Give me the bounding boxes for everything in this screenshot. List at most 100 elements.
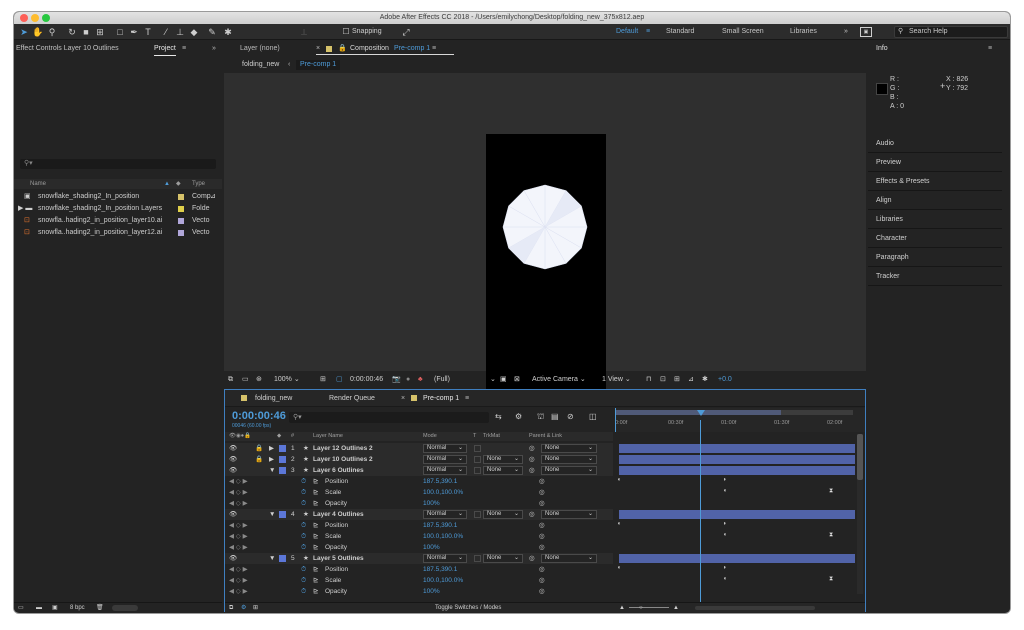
pick-whip-icon[interactable]: ◎: [539, 586, 545, 597]
blend-mode-select[interactable]: Normal ⌄: [423, 444, 467, 453]
expand-switches-icon[interactable]: ⧉: [229, 603, 233, 613]
snapshot-icon[interactable]: 📷: [392, 373, 401, 387]
parent-select[interactable]: None ⌄: [541, 466, 597, 475]
trash-icon[interactable]: 🗑: [96, 603, 104, 613]
magnification-select[interactable]: 100% ⌄: [274, 373, 300, 387]
column-name[interactable]: Name: [30, 179, 46, 189]
pick-whip-icon[interactable]: ◎: [539, 542, 545, 553]
visibility-eye-icon[interactable]: 👁: [229, 509, 237, 520]
always-preview-icon[interactable]: ⧉: [228, 373, 233, 387]
current-time-indicator[interactable]: [700, 420, 701, 612]
sync-settings-icon[interactable]: ▣: [860, 27, 872, 37]
keyframe-navigator-icon[interactable]: ◀ ◇ ▶: [229, 531, 248, 542]
pick-whip-icon[interactable]: ◎: [529, 465, 535, 476]
graph-toggle-icon[interactable]: ⊵: [313, 531, 318, 542]
keyframe-icon[interactable]: ⧗: [829, 576, 833, 583]
pick-whip-icon[interactable]: ◎: [539, 498, 545, 509]
comp-viewer[interactable]: [224, 73, 866, 396]
playhead-icon[interactable]: [697, 410, 705, 416]
pixel-aspect-icon[interactable]: ⊓: [646, 373, 651, 387]
keyframe-navigator-icon[interactable]: ◀ ◇ ▶: [229, 520, 248, 531]
panel-tracker[interactable]: Tracker: [868, 268, 1002, 286]
stopwatch-icon[interactable]: ⏱: [301, 476, 306, 487]
keyframe-icon[interactable]: ◖: [723, 576, 727, 582]
graph-toggle-icon[interactable]: ⊵: [313, 520, 318, 531]
minimize-window-button[interactable]: [31, 14, 39, 22]
project-menu-icon[interactable]: ≡: [182, 41, 186, 57]
sort-arrow-icon[interactable]: ▲: [164, 179, 170, 189]
layer-name[interactable]: Layer 12 Outlines 2: [313, 443, 373, 454]
lock-icon[interactable]: 🔒: [255, 443, 263, 454]
panel-align[interactable]: Align: [868, 192, 1002, 210]
pick-whip-icon[interactable]: ◎: [539, 564, 545, 575]
panel-character[interactable]: Character: [868, 230, 1002, 248]
work-area-bar[interactable]: [615, 410, 853, 415]
keyframe-icon[interactable]: ◗: [723, 565, 727, 571]
pick-whip-icon[interactable]: ◎: [539, 487, 545, 498]
graph-toggle-icon[interactable]: ⊵: [313, 476, 318, 487]
stopwatch-icon[interactable]: ⏱: [301, 520, 306, 531]
layer-row[interactable]: 👁 🔒 ▶ 2 ★ Layer 10 Outlines 2 Normal ⌄ None ⌄ ◎ Non…: [225, 454, 613, 465]
preserve-transparency-checkbox[interactable]: [474, 445, 481, 452]
stopwatch-icon[interactable]: ⏱: [301, 564, 306, 575]
workspace-default[interactable]: Default: [616, 24, 638, 40]
track-matte-select[interactable]: None ⌄: [483, 466, 523, 475]
property-value[interactable]: 100.0,100.0%: [423, 531, 463, 542]
label-color-swatch[interactable]: [178, 206, 184, 212]
close-window-button[interactable]: [20, 14, 28, 22]
keyframe-navigator-icon[interactable]: ◀ ◇ ▶: [229, 476, 248, 487]
property-row[interactable]: ◀ ◇ ▶ ⏱ ⊵ Scale 100.0,100.0% ◎: [225, 487, 613, 498]
resolution-select[interactable]: (Full): [434, 373, 450, 387]
property-value[interactable]: 187.5,390.1: [423, 520, 457, 531]
stopwatch-icon[interactable]: ⏱: [301, 487, 306, 498]
bit-depth-label[interactable]: 8 bpc: [70, 603, 85, 613]
timeline-current-time[interactable]: 0:00:00:46: [232, 410, 286, 422]
label-color-swatch[interactable]: [178, 218, 184, 224]
parent-select[interactable]: None ⌄: [541, 455, 597, 464]
brush-tool-icon[interactable]: ⁄: [160, 26, 172, 38]
blend-mode-select[interactable]: Normal ⌄: [423, 455, 467, 464]
pen-tool-icon[interactable]: ✒: [128, 26, 140, 38]
label-color-swatch[interactable]: [178, 194, 184, 200]
keyframe-navigator-icon[interactable]: ◀ ◇ ▶: [229, 542, 248, 553]
workspace-more-button[interactable]: »: [844, 24, 848, 40]
current-time-display[interactable]: 0:00:00:46: [350, 373, 383, 387]
pick-whip-icon[interactable]: ◎: [529, 443, 535, 454]
clone-stamp-tool-icon[interactable]: ⊥: [174, 26, 186, 38]
draft-3d-icon[interactable]: ⊡: [660, 373, 666, 387]
workspace-libraries[interactable]: Libraries: [790, 24, 817, 40]
graph-toggle-icon[interactable]: ⊵: [313, 542, 318, 553]
layer-label-color[interactable]: [279, 445, 286, 452]
layer-row[interactable]: 👁 ▼ 3 ★ Layer 6 Outlines Normal ⌄ None ⌄ ◎ None ⌄: [225, 465, 613, 476]
crumb-root[interactable]: folding_new: [242, 59, 279, 71]
timeline-graph[interactable]: 0:00f 00:30f 01:00f 01:30f 02:00f ◖ ◗ ◖ ⧗ ◖ ◗ ◖ ⧗ ◖ ◗…: [615, 408, 865, 612]
lock-icon[interactable]: 🔒: [255, 454, 263, 465]
fast-previews-icon[interactable]: ▣: [500, 373, 507, 387]
property-value[interactable]: 100.0,100.0%: [423, 575, 463, 586]
interpret-footage-icon[interactable]: ▭: [18, 603, 24, 613]
zoom-out-icon[interactable]: ▲: [619, 603, 625, 613]
av-switches-icon[interactable]: 👁◉●🔒: [229, 432, 251, 441]
comp-flowchart-icon[interactable]: ⇆: [495, 412, 502, 421]
layer-duration-bar[interactable]: [619, 444, 855, 453]
tab-effect-controls[interactable]: Effect Controls Layer 10 Outlines: [16, 41, 119, 57]
property-row[interactable]: ◀ ◇ ▶ ⏱ ⊵ Position 187.5,390.1 ◎: [225, 520, 613, 531]
panel-paragraph[interactable]: Paragraph: [868, 249, 1002, 267]
thumbnail-slider[interactable]: [112, 605, 138, 611]
tab-pre-comp-1[interactable]: Pre-comp 1: [423, 390, 459, 407]
tab-folding-new[interactable]: folding_new: [255, 390, 292, 407]
tab-render-queue[interactable]: Render Queue: [329, 390, 375, 407]
stopwatch-icon[interactable]: ⏱: [301, 575, 306, 586]
new-comp-icon[interactable]: ▣: [52, 603, 58, 613]
scrollbar-thumb[interactable]: [857, 434, 863, 480]
rotate-tool-icon[interactable]: ↻: [66, 26, 78, 38]
zoom-slider-thumb[interactable]: ○: [639, 603, 643, 613]
keyframe-icon[interactable]: ⧗: [829, 488, 833, 495]
keyframe-navigator-icon[interactable]: ◀ ◇ ▶: [229, 564, 248, 575]
blend-mode-select[interactable]: Normal ⌄: [423, 554, 467, 563]
property-value[interactable]: 187.5,390.1: [423, 476, 457, 487]
zoom-in-icon[interactable]: ▲: [673, 603, 679, 613]
property-row[interactable]: ◀ ◇ ▶ ⏱ ⊵ Scale 100.0,100.0% ◎: [225, 575, 613, 586]
exposure-value[interactable]: +0.0: [718, 373, 732, 387]
keyframe-navigator-icon[interactable]: ◀ ◇ ▶: [229, 575, 248, 586]
